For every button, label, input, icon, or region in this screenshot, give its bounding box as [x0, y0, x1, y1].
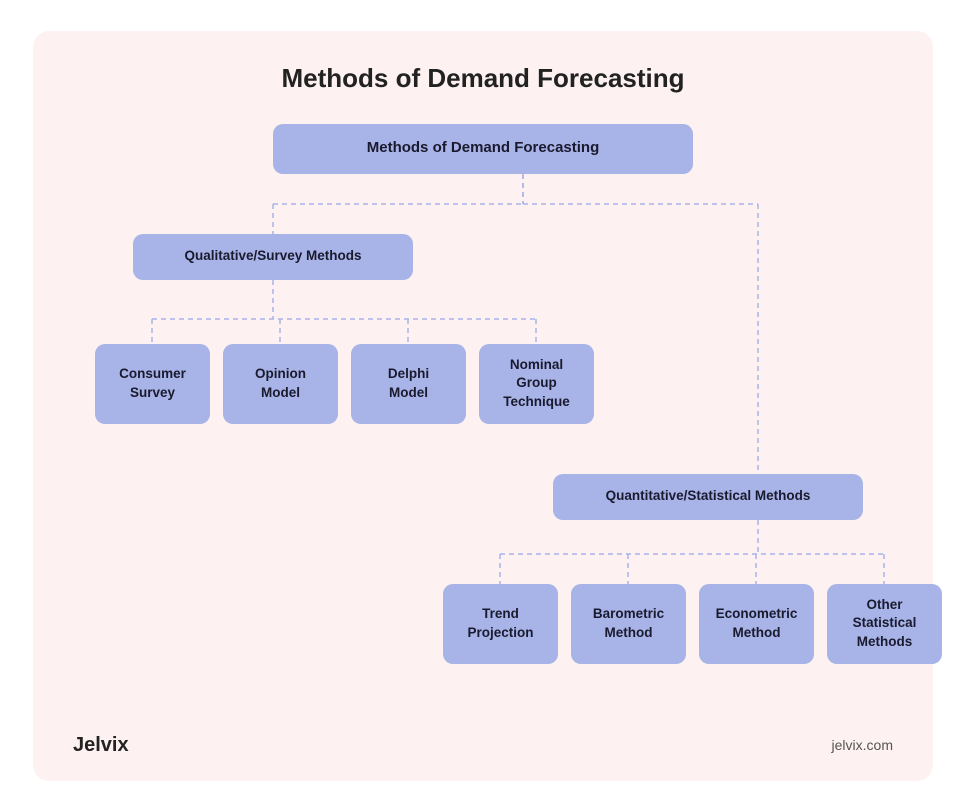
- qual-box: Qualitative/Survey Methods: [133, 234, 413, 280]
- brand-left: Jelvix: [73, 734, 129, 757]
- main-card: Methods of Demand Forecasting: [33, 31, 933, 781]
- brand-right: jelvix.com: [832, 737, 893, 753]
- trend-projection-box: TrendProjection: [443, 584, 558, 664]
- barometric-method-box: BarometricMethod: [571, 584, 686, 664]
- quant-box: Quantitative/Statistical Methods: [553, 474, 863, 520]
- nominal-group-box: NominalGroupTechnique: [479, 344, 594, 424]
- diagram: Methods of Demand Forecasting Qualitativ…: [73, 124, 893, 744]
- econometric-method-box: EconometricMethod: [699, 584, 814, 664]
- delphi-model-box: DelphiModel: [351, 344, 466, 424]
- opinion-model-box: OpinionModel: [223, 344, 338, 424]
- footer: Jelvix jelvix.com: [73, 734, 893, 757]
- other-statistical-methods-box: OtherStatisticalMethods: [827, 584, 942, 664]
- root-box: Methods of Demand Forecasting: [273, 124, 693, 174]
- page-title: Methods of Demand Forecasting: [73, 63, 893, 94]
- consumer-survey-box: ConsumerSurvey: [95, 344, 210, 424]
